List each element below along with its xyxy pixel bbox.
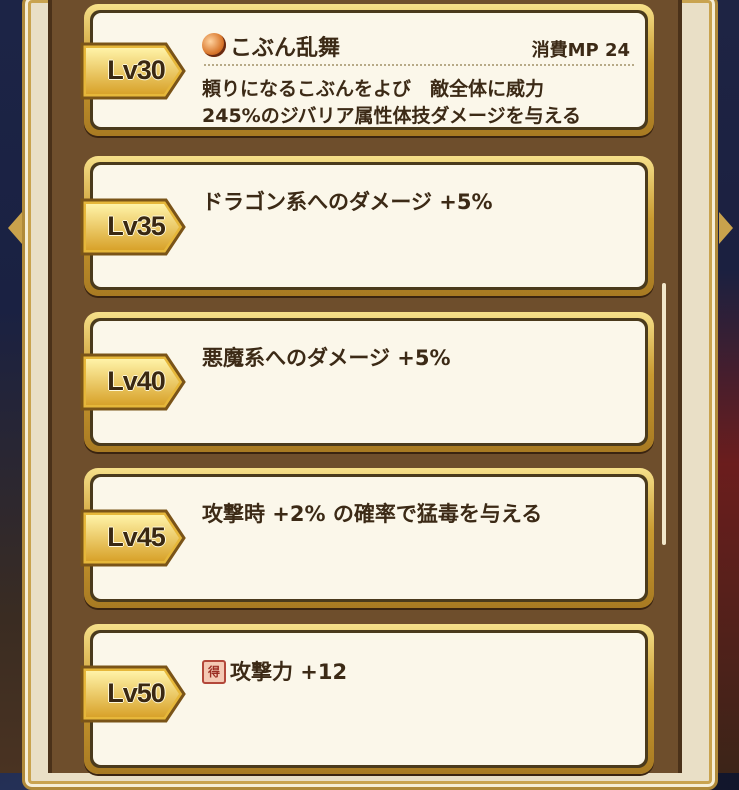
- bonus-text: 攻撃力 +12: [230, 660, 348, 684]
- level-label: Lv50: [107, 678, 166, 708]
- bonus-text: ドラゴン系へのダメージ +5%: [202, 190, 493, 214]
- bonus-text: 悪魔系へのダメージ +5%: [202, 346, 451, 370]
- level-badge: Lv30: [78, 36, 188, 106]
- level-label: Lv45: [107, 522, 166, 552]
- level-badge: Lv45: [78, 503, 188, 573]
- toku-badge-icon: 得: [202, 660, 226, 684]
- divider: [204, 64, 634, 66]
- level-badge: Lv50: [78, 659, 188, 729]
- level-badge: Lv35: [78, 192, 188, 262]
- skill-description-line2: 245%のジバリア属性体技ダメージを与える: [202, 105, 582, 127]
- scrollbar[interactable]: [662, 283, 666, 545]
- next-arrow-icon[interactable]: [719, 212, 733, 244]
- level-label: Lv30: [107, 55, 166, 85]
- level-label: Lv35: [107, 211, 166, 241]
- skill-description-line1: 頼りになるこぶんをよび 敵全体に威力: [202, 78, 545, 100]
- mp-cost: 消費MP 24: [531, 40, 630, 61]
- level-label: Lv40: [107, 366, 166, 396]
- level-badge: Lv40: [78, 347, 188, 417]
- orb-skill-icon: [202, 33, 226, 57]
- skill-name: こぶん乱舞: [230, 36, 341, 61]
- bonus-text: 攻撃時 +2% の確率で猛毒を与える: [202, 502, 543, 526]
- previous-arrow-icon[interactable]: [8, 212, 22, 244]
